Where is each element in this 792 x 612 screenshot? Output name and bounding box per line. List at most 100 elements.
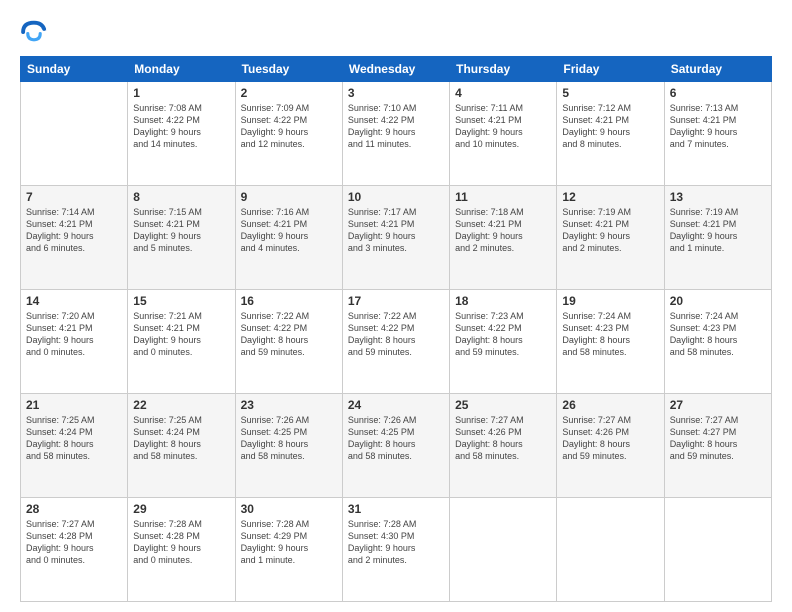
day-number: 1 <box>133 86 229 100</box>
day-number: 26 <box>562 398 658 412</box>
day-number: 8 <box>133 190 229 204</box>
calendar-body: 1 Sunrise: 7:08 AM Sunset: 4:22 PM Daylig… <box>21 82 772 602</box>
day-number: 4 <box>455 86 551 100</box>
logo-icon <box>20 18 48 46</box>
day-info: Sunrise: 7:11 AM Sunset: 4:21 PM Dayligh… <box>455 102 551 151</box>
logo <box>20 18 52 46</box>
day-info: Sunrise: 7:21 AM Sunset: 4:21 PM Dayligh… <box>133 310 229 359</box>
calendar-cell: 23 Sunrise: 7:26 AM Sunset: 4:25 PM Dayli… <box>235 394 342 498</box>
day-number: 15 <box>133 294 229 308</box>
week-row-1: 1 Sunrise: 7:08 AM Sunset: 4:22 PM Daylig… <box>21 82 772 186</box>
calendar-cell: 6 Sunrise: 7:13 AM Sunset: 4:21 PM Daylig… <box>664 82 771 186</box>
day-info: Sunrise: 7:10 AM Sunset: 4:22 PM Dayligh… <box>348 102 444 151</box>
calendar-cell: 7Sunrise: 7:14 AM Sunset: 4:21 PM Daylig… <box>21 186 128 290</box>
day-info: Sunrise: 7:27 AM Sunset: 4:26 PM Dayligh… <box>455 414 551 463</box>
day-info: Sunrise: 7:09 AM Sunset: 4:22 PM Dayligh… <box>241 102 337 151</box>
day-number: 27 <box>670 398 766 412</box>
day-number: 7 <box>26 190 122 204</box>
day-number: 11 <box>455 190 551 204</box>
day-number: 20 <box>670 294 766 308</box>
calendar-cell: 9 Sunrise: 7:16 AM Sunset: 4:21 PM Daylig… <box>235 186 342 290</box>
calendar-cell: 5 Sunrise: 7:12 AM Sunset: 4:21 PM Daylig… <box>557 82 664 186</box>
day-number: 23 <box>241 398 337 412</box>
day-number: 6 <box>670 86 766 100</box>
calendar-cell: 14Sunrise: 7:20 AM Sunset: 4:21 PM Dayli… <box>21 290 128 394</box>
day-number: 2 <box>241 86 337 100</box>
calendar-cell: 29 Sunrise: 7:28 AM Sunset: 4:28 PM Dayli… <box>128 498 235 602</box>
day-info: Sunrise: 7:22 AM Sunset: 4:22 PM Dayligh… <box>348 310 444 359</box>
day-number: 9 <box>241 190 337 204</box>
day-info: Sunrise: 7:24 AM Sunset: 4:23 PM Dayligh… <box>562 310 658 359</box>
header <box>20 18 772 46</box>
day-info: Sunrise: 7:28 AM Sunset: 4:29 PM Dayligh… <box>241 518 337 567</box>
week-row-2: 7Sunrise: 7:14 AM Sunset: 4:21 PM Daylig… <box>21 186 772 290</box>
calendar-cell: 17 Sunrise: 7:22 AM Sunset: 4:22 PM Dayli… <box>342 290 449 394</box>
calendar-cell: 11 Sunrise: 7:18 AM Sunset: 4:21 PM Dayli… <box>450 186 557 290</box>
day-info: Sunrise: 7:28 AM Sunset: 4:30 PM Dayligh… <box>348 518 444 567</box>
calendar-cell <box>21 82 128 186</box>
calendar-cell <box>664 498 771 602</box>
day-number: 10 <box>348 190 444 204</box>
calendar-cell: 24 Sunrise: 7:26 AM Sunset: 4:25 PM Dayli… <box>342 394 449 498</box>
week-row-5: 28 Sunrise: 7:27 AM Sunset: 4:28 PM Dayli… <box>21 498 772 602</box>
day-info: Sunrise: 7:12 AM Sunset: 4:21 PM Dayligh… <box>562 102 658 151</box>
day-info: Sunrise: 7:23 AM Sunset: 4:22 PM Dayligh… <box>455 310 551 359</box>
day-info: Sunrise: 7:26 AM Sunset: 4:25 PM Dayligh… <box>348 414 444 463</box>
day-number: 28 <box>26 502 122 516</box>
day-info: Sunrise: 7:27 AM Sunset: 4:27 PM Dayligh… <box>670 414 766 463</box>
day-info: Sunrise: 7:24 AM Sunset: 4:23 PM Dayligh… <box>670 310 766 359</box>
day-header-sunday: Sunday <box>21 57 128 82</box>
calendar-cell <box>450 498 557 602</box>
day-info: Sunrise: 7:13 AM Sunset: 4:21 PM Dayligh… <box>670 102 766 151</box>
day-info: Sunrise: 7:27 AM Sunset: 4:28 PM Dayligh… <box>26 518 122 567</box>
day-info: Sunrise: 7:18 AM Sunset: 4:21 PM Dayligh… <box>455 206 551 255</box>
calendar-cell <box>557 498 664 602</box>
day-info: Sunrise: 7:15 AM Sunset: 4:21 PM Dayligh… <box>133 206 229 255</box>
calendar-cell: 2 Sunrise: 7:09 AM Sunset: 4:22 PM Daylig… <box>235 82 342 186</box>
calendar-cell: 10 Sunrise: 7:17 AM Sunset: 4:21 PM Dayli… <box>342 186 449 290</box>
day-header-monday: Monday <box>128 57 235 82</box>
day-number: 29 <box>133 502 229 516</box>
days-header-row: SundayMondayTuesdayWednesdayThursdayFrid… <box>21 57 772 82</box>
day-header-friday: Friday <box>557 57 664 82</box>
day-header-saturday: Saturday <box>664 57 771 82</box>
calendar-cell: 3Sunrise: 7:10 AM Sunset: 4:22 PM Daylig… <box>342 82 449 186</box>
day-number: 24 <box>348 398 444 412</box>
calendar-cell: 15 Sunrise: 7:21 AM Sunset: 4:21 PM Dayli… <box>128 290 235 394</box>
day-info: Sunrise: 7:26 AM Sunset: 4:25 PM Dayligh… <box>241 414 337 463</box>
day-info: Sunrise: 7:25 AM Sunset: 4:24 PM Dayligh… <box>26 414 122 463</box>
day-info: Sunrise: 7:27 AM Sunset: 4:26 PM Dayligh… <box>562 414 658 463</box>
day-number: 5 <box>562 86 658 100</box>
day-number: 17 <box>348 294 444 308</box>
day-number: 30 <box>241 502 337 516</box>
calendar-cell: 12 Sunrise: 7:19 AM Sunset: 4:21 PM Dayli… <box>557 186 664 290</box>
day-number: 12 <box>562 190 658 204</box>
day-number: 13 <box>670 190 766 204</box>
week-row-3: 14Sunrise: 7:20 AM Sunset: 4:21 PM Dayli… <box>21 290 772 394</box>
day-number: 21 <box>26 398 122 412</box>
calendar-cell: 18Sunrise: 7:23 AM Sunset: 4:22 PM Dayli… <box>450 290 557 394</box>
day-number: 25 <box>455 398 551 412</box>
day-info: Sunrise: 7:17 AM Sunset: 4:21 PM Dayligh… <box>348 206 444 255</box>
day-info: Sunrise: 7:16 AM Sunset: 4:21 PM Dayligh… <box>241 206 337 255</box>
calendar-cell: 28 Sunrise: 7:27 AM Sunset: 4:28 PM Dayli… <box>21 498 128 602</box>
day-number: 16 <box>241 294 337 308</box>
day-number: 19 <box>562 294 658 308</box>
day-number: 31 <box>348 502 444 516</box>
calendar-cell: 31 Sunrise: 7:28 AM Sunset: 4:30 PM Dayli… <box>342 498 449 602</box>
calendar: SundayMondayTuesdayWednesdayThursdayFrid… <box>20 56 772 602</box>
day-info: Sunrise: 7:08 AM Sunset: 4:22 PM Dayligh… <box>133 102 229 151</box>
calendar-cell: 25 Sunrise: 7:27 AM Sunset: 4:26 PM Dayli… <box>450 394 557 498</box>
calendar-cell: 21 Sunrise: 7:25 AM Sunset: 4:24 PM Dayli… <box>21 394 128 498</box>
day-info: Sunrise: 7:25 AM Sunset: 4:24 PM Dayligh… <box>133 414 229 463</box>
calendar-cell: 20 Sunrise: 7:24 AM Sunset: 4:23 PM Dayli… <box>664 290 771 394</box>
calendar-cell: 8 Sunrise: 7:15 AM Sunset: 4:21 PM Daylig… <box>128 186 235 290</box>
calendar-cell: 4 Sunrise: 7:11 AM Sunset: 4:21 PM Daylig… <box>450 82 557 186</box>
day-info: Sunrise: 7:20 AM Sunset: 4:21 PM Dayligh… <box>26 310 122 359</box>
day-info: Sunrise: 7:22 AM Sunset: 4:22 PM Dayligh… <box>241 310 337 359</box>
day-info: Sunrise: 7:28 AM Sunset: 4:28 PM Dayligh… <box>133 518 229 567</box>
calendar-cell: 22Sunrise: 7:25 AM Sunset: 4:24 PM Dayli… <box>128 394 235 498</box>
day-header-thursday: Thursday <box>450 57 557 82</box>
day-info: Sunrise: 7:19 AM Sunset: 4:21 PM Dayligh… <box>562 206 658 255</box>
day-info: Sunrise: 7:19 AM Sunset: 4:21 PM Dayligh… <box>670 206 766 255</box>
